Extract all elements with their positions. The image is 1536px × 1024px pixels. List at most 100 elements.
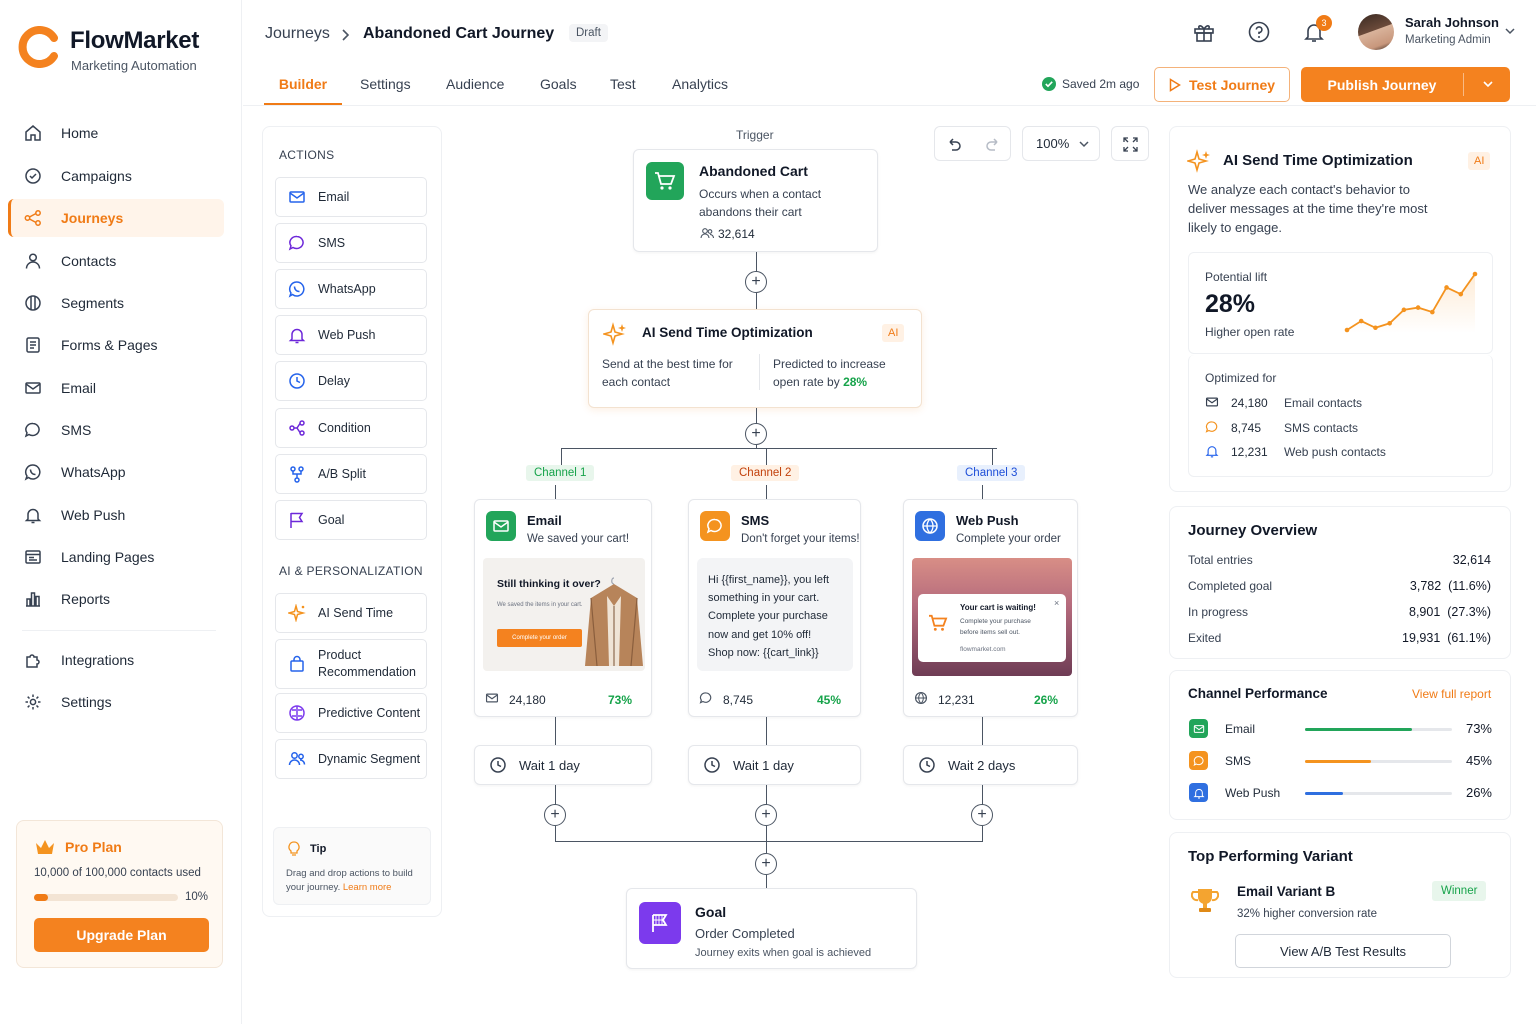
- publish-journey-button[interactable]: Publish Journey: [1301, 67, 1510, 102]
- nav-item-contacts[interactable]: Contacts: [8, 242, 224, 280]
- trigger-node[interactable]: Abandoned Cart Occurs when a contact aba…: [633, 149, 878, 252]
- bell-icon: [24, 506, 42, 524]
- add-step-button[interactable]: +: [745, 423, 767, 445]
- zoom-select[interactable]: 100%: [1022, 126, 1100, 161]
- ai-personalization-title: AI & PERSONALIZATION: [279, 564, 423, 578]
- nav-item-landing-pages[interactable]: Landing Pages: [8, 538, 224, 576]
- nav-item-label: Home: [61, 125, 99, 141]
- wait-node[interactable]: Wait 1 day: [474, 745, 652, 785]
- chat-icon: [699, 691, 713, 705]
- push-domain: flowmarket.com: [960, 646, 1006, 653]
- ai-action-predictive-content[interactable]: Predictive Content: [275, 693, 427, 733]
- tab-test[interactable]: Test: [610, 76, 636, 106]
- flag-icon: [288, 511, 306, 529]
- condition-icon: [288, 419, 306, 437]
- user-name[interactable]: Sarah Johnson: [1405, 15, 1499, 30]
- gift-icon[interactable]: [1192, 20, 1216, 44]
- avatar[interactable]: [1358, 14, 1394, 50]
- test-journey-label: Test Journey: [1188, 76, 1276, 93]
- ai-action-dynamic-segment[interactable]: Dynamic Segment: [275, 739, 427, 779]
- action-web-push[interactable]: Web Push: [275, 315, 427, 355]
- action-sms[interactable]: SMS: [275, 223, 427, 263]
- nav-item-segments[interactable]: Segments: [8, 284, 224, 322]
- ai-action-product-recommendation[interactable]: Product Recommendation: [275, 639, 427, 689]
- overview-row-label: Completed goal: [1188, 579, 1273, 593]
- performance-bar-fill: [1305, 760, 1372, 763]
- connector-line: [561, 448, 562, 465]
- nav-item-reports[interactable]: Reports: [8, 580, 224, 618]
- status-badge: Draft: [569, 24, 608, 42]
- nav-item-email[interactable]: Email: [8, 369, 224, 407]
- add-step-button[interactable]: +: [544, 804, 566, 826]
- saved-text: Saved 2m ago: [1062, 77, 1140, 91]
- tab-settings[interactable]: Settings: [360, 76, 411, 106]
- nav-item-web-push[interactable]: Web Push: [8, 496, 224, 534]
- tip-text: Drag and drop actions to build your jour…: [286, 867, 426, 895]
- channel-node-sms[interactable]: SMS Don't forget your items! Hi {{first_na…: [688, 499, 861, 717]
- help-icon[interactable]: [1247, 20, 1271, 44]
- nav-item-whatsapp[interactable]: WhatsApp: [8, 453, 224, 491]
- zoom-value: 100%: [1036, 136, 1070, 151]
- action-delay[interactable]: Delay: [275, 361, 427, 401]
- nav-item-label: Landing Pages: [61, 549, 155, 565]
- ai-send-time-node[interactable]: AI Send Time Optimization AI Send at the…: [588, 309, 922, 408]
- add-step-button[interactable]: +: [971, 804, 993, 826]
- notification-count-badge: 3: [1316, 15, 1332, 31]
- test-journey-button[interactable]: Test Journey: [1154, 67, 1290, 102]
- wait-node[interactable]: Wait 2 days: [903, 745, 1078, 785]
- learn-more-link[interactable]: Learn more: [343, 882, 392, 893]
- nav-item-home[interactable]: Home: [8, 114, 224, 152]
- nav-item-integrations[interactable]: Integrations: [8, 641, 224, 679]
- channel-count: 8,745: [723, 693, 754, 707]
- ai-action-ai-send-time[interactable]: AI Send Time: [275, 593, 427, 633]
- add-step-button[interactable]: +: [755, 853, 777, 875]
- undo-icon[interactable]: [946, 136, 962, 152]
- channel-node-web-push[interactable]: Web Push Complete your order Your cart is …: [903, 499, 1078, 717]
- nav-item-campaigns[interactable]: Campaigns: [8, 157, 224, 195]
- upgrade-plan-button[interactable]: Upgrade Plan: [34, 918, 209, 952]
- actions-panel: ACTIONS Email SMS WhatsApp Web Push Delay Con…: [262, 126, 442, 917]
- action-a-b-split[interactable]: A/B Split: [275, 454, 427, 494]
- wait-node[interactable]: Wait 1 day: [688, 745, 861, 785]
- lightbulb-icon: [288, 841, 300, 856]
- action-condition[interactable]: Condition: [275, 408, 427, 448]
- tab-goals[interactable]: Goals: [540, 76, 577, 106]
- nav-divider: [22, 630, 216, 631]
- fullscreen-button[interactable]: [1111, 126, 1149, 161]
- view-full-report-link[interactable]: View full report: [1412, 687, 1491, 701]
- nav-item-settings[interactable]: Settings: [8, 683, 224, 721]
- add-step-button[interactable]: +: [745, 271, 767, 293]
- view-ab-results-button[interactable]: View A/B Test Results: [1235, 934, 1451, 968]
- channel-node-email[interactable]: Email We saved your cart! Still thinking i…: [474, 499, 652, 717]
- email-preview-text: We saved the items in your cart.: [497, 602, 583, 608]
- add-step-button[interactable]: +: [755, 804, 777, 826]
- channel-tag: Channel 1: [526, 465, 595, 481]
- action-whatsapp[interactable]: WhatsApp: [275, 269, 427, 309]
- action-goal[interactable]: Goal: [275, 500, 427, 540]
- nav-item-forms-pages[interactable]: Forms & Pages: [8, 326, 224, 364]
- goal-node[interactable]: Goal Order Completed Journey exits when …: [626, 888, 917, 969]
- tab-audience[interactable]: Audience: [446, 76, 504, 106]
- ai-chip: AI: [1468, 152, 1491, 170]
- sparkline-point: [1444, 285, 1449, 290]
- tab-builder[interactable]: Builder: [264, 76, 342, 106]
- nav-item-journeys[interactable]: Journeys: [8, 199, 224, 237]
- jacket-image-icon: [585, 577, 643, 667]
- branch-line: [561, 448, 997, 449]
- chat-icon: [1205, 420, 1219, 434]
- whatsapp-icon: [24, 463, 42, 481]
- ai-card-description: We analyze each contact's behavior to de…: [1188, 182, 1428, 235]
- breadcrumb-journeys[interactable]: Journeys: [265, 25, 330, 43]
- optimized-for-box: Optimized for 24,180 Email contacts 8,745 S…: [1188, 355, 1493, 477]
- trophy-icon: [1191, 889, 1219, 912]
- clock-icon: [703, 756, 721, 774]
- plan-percent: 10%: [185, 891, 209, 903]
- redo-icon[interactable]: [985, 136, 1001, 152]
- nav-item-sms[interactable]: SMS: [8, 411, 224, 449]
- action-email[interactable]: Email: [275, 177, 427, 217]
- tab-analytics[interactable]: Analytics: [672, 76, 728, 106]
- cart-icon: [646, 162, 684, 200]
- mail-icon: [485, 691, 499, 705]
- chevron-down-icon[interactable]: [1505, 28, 1515, 35]
- chevron-down-icon[interactable]: [1483, 81, 1493, 88]
